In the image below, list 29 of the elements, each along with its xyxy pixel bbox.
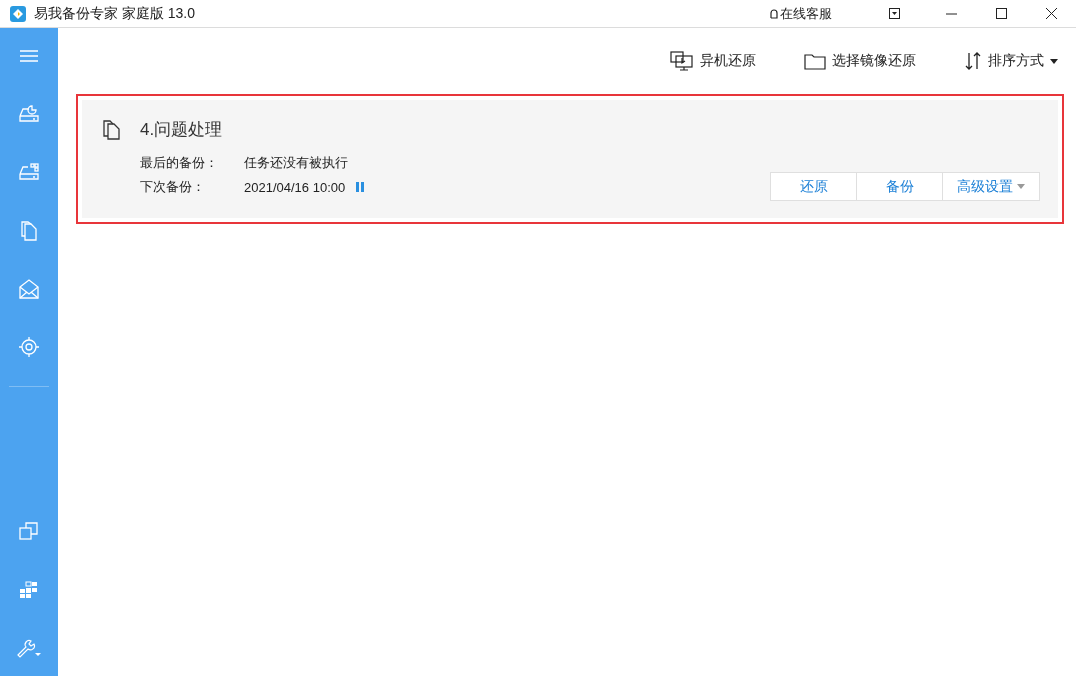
files-icon (102, 119, 120, 140)
files-icon (18, 220, 40, 242)
support-link[interactable]: 在线客服 (769, 4, 832, 23)
field-label: 下次备份： (140, 178, 206, 196)
field-value: 2021/04/16 10:00 (244, 179, 346, 195)
action-button[interactable]: 还原 (770, 172, 857, 201)
action-button[interactable]: 高级设置 (942, 172, 1040, 201)
monitor-icon (670, 50, 694, 72)
sort-icon (964, 50, 982, 72)
task-name: 4.问题处理 (140, 119, 223, 141)
dropdown-icon (888, 8, 900, 19)
blocks-icon (18, 578, 40, 600)
toolbar-button[interactable]: 排序方式 (964, 50, 1058, 72)
app-logo (10, 5, 26, 22)
action-button[interactable]: 备份 (856, 172, 943, 201)
toolbar-button[interactable]: 异机还原 (670, 50, 756, 72)
field-label: 最后的备份： (140, 154, 219, 172)
window-title: 易我备份专家 家庭版 13.0 (34, 4, 197, 23)
field-value: 任务还没有被执行 (244, 154, 348, 172)
target-icon (18, 336, 40, 358)
pause-icon[interactable] (355, 182, 366, 192)
close-icon (1045, 8, 1057, 19)
minimize-icon (945, 12, 957, 15)
envelope-icon (18, 278, 40, 300)
toolbar-button[interactable]: 选择镜像还原 (804, 50, 916, 72)
caret-icon (1050, 58, 1058, 64)
maximize-icon (995, 8, 1007, 19)
squares-icon (18, 520, 40, 542)
headset-icon (769, 7, 779, 20)
